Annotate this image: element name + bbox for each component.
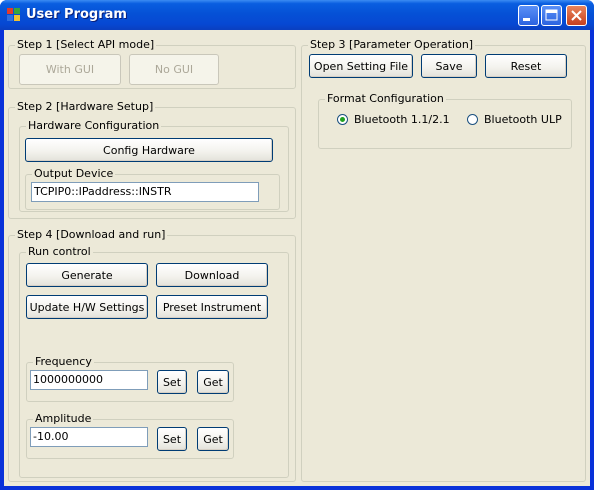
radio-indicator: [337, 114, 348, 125]
client-area: Step 1 [Select API mode] With GUI No GUI…: [4, 30, 590, 486]
with-gui-button[interactable]: With GUI: [19, 54, 121, 85]
title-bar[interactable]: User Program: [0, 0, 594, 30]
open-setting-file-button[interactable]: Open Setting File: [309, 54, 413, 78]
hardware-config-legend: Hardware Configuration: [26, 119, 162, 132]
run-control-legend: Run control: [26, 245, 93, 258]
output-device-group: Output Device TCPIP0::IPaddress::INSTR: [25, 167, 280, 210]
save-button[interactable]: Save: [421, 54, 477, 78]
minimize-button[interactable]: [518, 5, 539, 26]
amplitude-get-button[interactable]: Get: [197, 427, 229, 451]
frequency-legend: Frequency: [33, 355, 94, 368]
step2-legend: Step 2 [Hardware Setup]: [15, 100, 156, 113]
amplitude-set-button[interactable]: Set: [157, 427, 187, 451]
radio-selected-dot: [340, 117, 345, 122]
update-hw-settings-button[interactable]: Update H/W Settings: [26, 295, 148, 319]
no-gui-button[interactable]: No GUI: [129, 54, 219, 85]
step4-group: Step 4 [Download and run] Run control Ge…: [8, 228, 296, 482]
amplitude-input[interactable]: -10.00: [30, 427, 148, 447]
maximize-icon: [545, 9, 558, 21]
frequency-input[interactable]: 1000000000: [30, 370, 148, 390]
run-control-group: Run control Generate Download Update H/W…: [19, 245, 289, 478]
radio-indicator: [467, 114, 478, 125]
step2-group: Step 2 [Hardware Setup] Hardware Configu…: [8, 100, 296, 219]
output-device-field[interactable]: TCPIP0::IPaddress::INSTR: [31, 182, 259, 202]
generate-button[interactable]: Generate: [26, 263, 148, 287]
step1-group: Step 1 [Select API mode] With GUI No GUI: [8, 38, 296, 89]
reset-button[interactable]: Reset: [485, 54, 567, 78]
output-device-legend: Output Device: [32, 167, 116, 180]
config-hardware-button[interactable]: Config Hardware: [25, 138, 273, 162]
amplitude-legend: Amplitude: [33, 412, 94, 425]
app-icon: [7, 8, 21, 22]
step3-group: Step 3 [Parameter Operation] Open Settin…: [301, 38, 586, 482]
radio-bluetooth-classic-label: Bluetooth 1.1/2.1: [354, 113, 450, 126]
amplitude-group: Amplitude -10.00 Set Get: [26, 412, 234, 459]
app-window: User Program Step 1 [Select API mode] Wi…: [0, 0, 594, 490]
close-button[interactable]: [566, 5, 587, 26]
step1-legend: Step 1 [Select API mode]: [15, 38, 157, 51]
preset-instrument-button[interactable]: Preset Instrument: [156, 295, 268, 319]
hardware-config-group: Hardware Configuration Config Hardware O…: [19, 119, 289, 212]
maximize-button[interactable]: [541, 5, 562, 26]
close-icon: [571, 10, 582, 21]
frequency-group: Frequency 1000000000 Set Get: [26, 355, 234, 402]
window-title: User Program: [26, 7, 127, 22]
minimize-icon: [523, 18, 530, 21]
radio-bluetooth-classic[interactable]: Bluetooth 1.1/2.1: [337, 113, 450, 126]
frequency-get-button[interactable]: Get: [197, 370, 229, 394]
format-config-group: Format Configuration Bluetooth 1.1/2.1 B…: [318, 92, 572, 149]
frequency-set-button[interactable]: Set: [157, 370, 187, 394]
radio-bluetooth-ulp[interactable]: Bluetooth ULP: [467, 113, 562, 126]
step3-legend: Step 3 [Parameter Operation]: [308, 38, 476, 51]
radio-bluetooth-ulp-label: Bluetooth ULP: [484, 113, 562, 126]
download-button[interactable]: Download: [156, 263, 268, 287]
format-config-legend: Format Configuration: [325, 92, 446, 105]
step4-legend: Step 4 [Download and run]: [15, 228, 168, 241]
